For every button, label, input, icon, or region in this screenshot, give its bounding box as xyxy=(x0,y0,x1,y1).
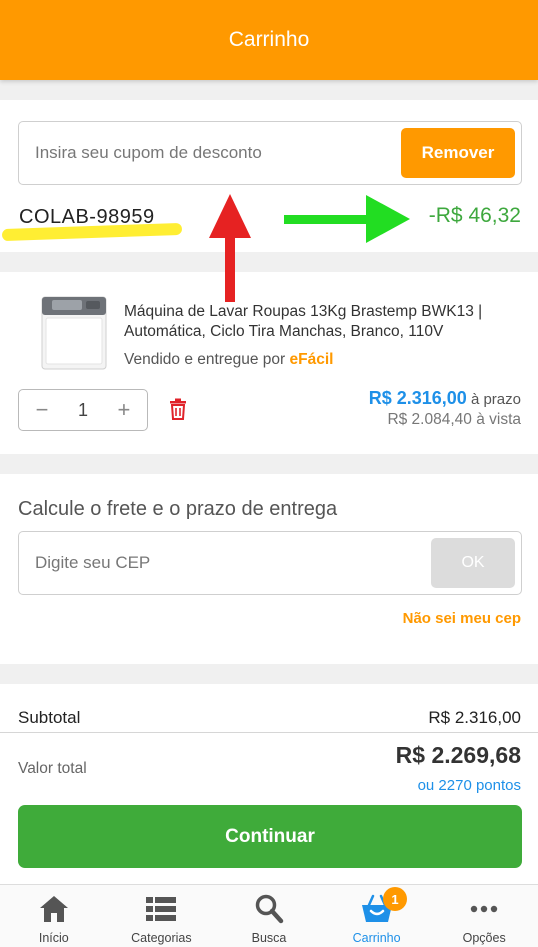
tab-search[interactable]: Busca xyxy=(215,885,323,947)
subtotal-label: Subtotal xyxy=(18,708,81,727)
list-icon xyxy=(146,897,177,921)
cash-price: R$ 2.084,40 à vista xyxy=(387,411,521,428)
trash-icon[interactable] xyxy=(168,398,188,420)
app-header: Carrinho xyxy=(0,0,538,80)
shipping-title: Calcule o frete e o prazo de entrega xyxy=(18,498,338,520)
subtotal-value: R$ 2.316,00 xyxy=(428,708,521,727)
tab-label: Início xyxy=(38,931,69,945)
seller-name[interactable]: eFácil xyxy=(289,351,333,368)
installment-price: R$ 2.316,00 à prazo xyxy=(369,388,521,409)
tab-label: Carrinho xyxy=(352,931,401,945)
continue-button[interactable]: Continuar xyxy=(18,805,522,868)
tab-label: Opções xyxy=(462,931,506,945)
tab-home[interactable]: Início xyxy=(0,885,108,947)
quantity-value: 1 xyxy=(77,399,88,420)
coupon-input[interactable]: Insira seu cupom de desconto Remover xyxy=(18,121,522,185)
product-image xyxy=(41,296,107,370)
divider xyxy=(0,732,538,733)
points-value: ou 2270 pontos xyxy=(417,777,521,794)
tab-cart[interactable]: 1 Carrinho xyxy=(323,885,431,947)
home-icon xyxy=(39,896,68,922)
decrease-quantity-button[interactable]: − xyxy=(33,397,51,423)
tab-label: Categorias xyxy=(131,931,192,945)
tab-categories[interactable]: Categorias xyxy=(108,885,216,947)
search-icon xyxy=(255,894,284,924)
total-label: Valor total xyxy=(18,760,87,777)
product-name[interactable]: Máquina de Lavar Roupas 13Kg Brastemp BW… xyxy=(124,302,520,342)
discount-value: -R$ 46,32 xyxy=(428,204,521,227)
price-suffix: à prazo xyxy=(470,391,521,408)
cart-count-badge: 1 xyxy=(383,887,408,911)
more-icon xyxy=(470,905,498,913)
coupon-placeholder: Insira seu cupom de desconto xyxy=(35,143,262,162)
tab-options[interactable]: Opções xyxy=(430,885,538,947)
coupon-section: Insira seu cupom de desconto Remover COL… xyxy=(0,100,538,252)
applied-coupon: COLAB-98959 xyxy=(0,200,190,244)
increase-quantity-button[interactable]: + xyxy=(115,397,133,423)
seller-info: Vendido e entregue por eFácil xyxy=(124,351,333,369)
cep-placeholder: Digite seu CEP xyxy=(35,553,151,572)
shipping-section: Calcule o frete e o prazo de entrega Dig… xyxy=(0,474,538,664)
remove-coupon-button[interactable]: Remover xyxy=(401,128,515,178)
tab-label: Busca xyxy=(251,931,287,945)
tab-bar: Início Categorias Busca 1 Carrinho Opçõe… xyxy=(0,884,538,947)
total-value: R$ 2.269,68 xyxy=(395,742,521,768)
quantity-stepper: − 1 + xyxy=(18,389,148,431)
cart-item: Máquina de Lavar Roupas 13Kg Brastemp BW… xyxy=(0,272,538,454)
coupon-code: COLAB-98959 xyxy=(19,206,155,228)
cep-input[interactable]: Digite seu CEP OK xyxy=(18,531,522,595)
price-value: R$ 2.316,00 xyxy=(368,388,467,408)
no-cep-link[interactable]: Não sei meu cep xyxy=(403,610,521,627)
totals-section: Subtotal R$ 2.316,00 Valor total R$ 2.26… xyxy=(0,684,538,884)
seller-prefix: Vendido e entregue por xyxy=(124,351,286,368)
page-title: Carrinho xyxy=(228,28,310,51)
cep-ok-button[interactable]: OK xyxy=(431,538,515,588)
